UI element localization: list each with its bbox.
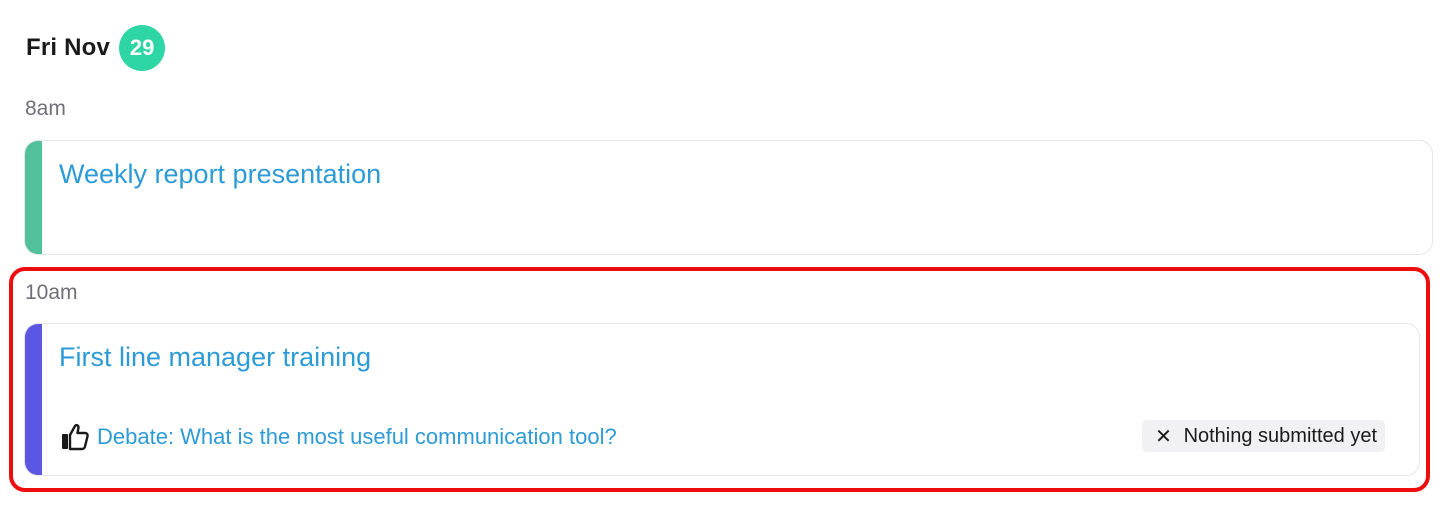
status-text: Nothing submitted yet [1183, 424, 1377, 447]
event-title[interactable]: First line manager training [59, 342, 371, 373]
time-label-10am: 10am [25, 281, 78, 304]
day-header: Fri Nov 29 [26, 25, 166, 71]
activity-row[interactable]: Debate: What is the most useful communic… [59, 420, 617, 454]
date-badge: 29 [119, 25, 166, 71]
activity-link[interactable]: Debate: What is the most useful communic… [97, 424, 617, 450]
event-card-weekly-report[interactable]: Weekly report presentation [24, 140, 1433, 255]
close-icon: ✕ [1155, 425, 1172, 448]
event-card-manager-training[interactable]: First line manager training Debate: What… [24, 323, 1420, 476]
submission-status-badge: ✕ Nothing submitted yet [1141, 420, 1385, 452]
event-color-stripe [25, 141, 42, 254]
calendar-day-view: Fri Nov 29 8am Weekly report presentatio… [0, 0, 1440, 506]
event-title[interactable]: Weekly report presentation [59, 159, 381, 190]
event-color-stripe [25, 324, 42, 475]
thumbs-up-icon [59, 421, 91, 453]
time-label-8am: 8am [25, 97, 66, 120]
day-label: Fri Nov [26, 34, 111, 61]
